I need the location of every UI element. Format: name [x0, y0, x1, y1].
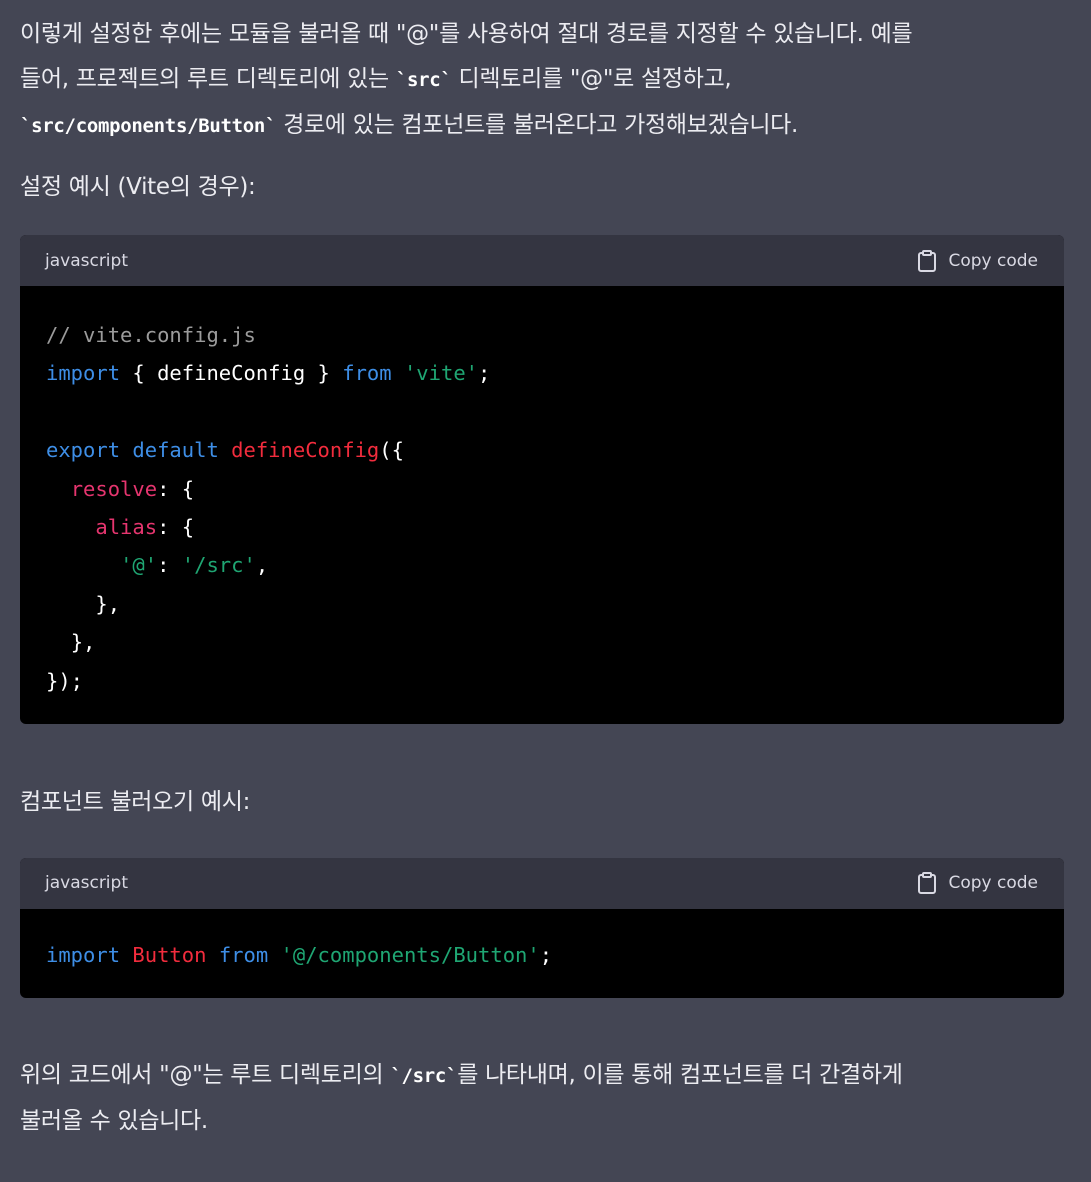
outro-line-1: 위의 코드에서 "@"는 루트 디렉토리의 `/src`를 나타내며, 이를 통… — [20, 1053, 1064, 1099]
code-line: alias: { — [46, 508, 1038, 546]
inline-code-src-path: `/src` — [390, 1065, 458, 1088]
intro-text: 경로에 있는 컴포넌트를 불러온다고 가정해보겠습니다. — [276, 112, 799, 138]
code-text: ({ — [379, 438, 404, 463]
code-text: }, — [70, 630, 96, 655]
outro-text: 위의 코드에서 "@"는 루트 디렉토리의 — [20, 1062, 391, 1089]
code-line: }, — [46, 585, 1038, 623]
code-language-label: javascript — [45, 873, 128, 894]
code-text: , — [255, 553, 269, 578]
copy-code-label: Copy code — [948, 873, 1038, 894]
code-text: { defineConfig } — [120, 361, 343, 386]
code-keyword: from — [342, 361, 392, 386]
code-text: ; — [539, 942, 553, 967]
code-line: }, — [46, 623, 1038, 661]
code-block-header: javascript Copy code — [20, 235, 1064, 286]
code-line: resolve: { — [46, 470, 1038, 508]
code-text: : — [157, 553, 182, 578]
intro-text: 들어, 프로젝트의 루트 디렉토리에 있는 — [20, 66, 396, 92]
message-content: 이렇게 설정한 후에는 모듈을 불러올 때 "@"를 사용하여 절대 경로를 지… — [20, 12, 1064, 1144]
code-block-header: javascript Copy code — [20, 857, 1064, 909]
code-block-body: import Button from '@/components/Button'… — [20, 909, 1064, 998]
code-property: alias — [95, 514, 158, 539]
code-keyword: import — [46, 942, 121, 967]
inline-code-src: `src` — [395, 69, 452, 91]
code-text: }, — [95, 591, 121, 616]
intro-text: 디렉토리를 "@"로 설정하고, — [451, 66, 732, 92]
code-keyword: import — [46, 361, 121, 386]
code-string: 'vite' — [403, 361, 479, 386]
code-property: resolve — [70, 476, 158, 501]
section-heading-import: 컴포넌트 불러오기 예시: — [20, 788, 251, 815]
copy-code-label: Copy code — [948, 250, 1038, 271]
clipboard-icon — [917, 249, 937, 272]
code-identifier: Button — [132, 942, 207, 967]
code-line: }); — [46, 662, 1038, 700]
code-block-import: javascript Copy code import Button from … — [20, 857, 1064, 999]
code-language-label: javascript — [45, 250, 128, 271]
outro-text: 를 나타내며, 이를 통해 컴포넌트를 더 간결하게 — [457, 1062, 903, 1089]
code-line: import { defineConfig } from 'vite'; — [46, 354, 1038, 392]
intro-line-3: `src/components/Button` 경로에 있는 컴포넌트를 불러온… — [20, 103, 1064, 149]
outro-paragraph: 위의 코드에서 "@"는 루트 디렉토리의 `/src`를 나타내며, 이를 통… — [20, 1053, 1064, 1144]
code-block-body: // vite.config.js import { defineConfig }… — [20, 286, 1064, 724]
code-string: '@/components/Button' — [280, 942, 540, 967]
code-string: '/src' — [181, 553, 256, 578]
code-line: '@': '/src', — [46, 546, 1038, 584]
intro-paragraph: 이렇게 설정한 후에는 모듈을 불러올 때 "@"를 사용하여 절대 경로를 지… — [20, 12, 1064, 149]
section-heading-config: 설정 예시 (Vite의 경우): — [20, 174, 256, 200]
inline-code-button-path: `src/components/Button` — [20, 115, 277, 137]
outro-line-2: 불러올 수 있습니다. — [20, 1108, 208, 1135]
code-comment: // vite.config.js — [46, 323, 256, 347]
code-text: : { — [157, 476, 195, 501]
code-text: ; — [478, 361, 491, 386]
code-block-config: javascript Copy code // vite.config.js im… — [20, 235, 1064, 724]
code-line: export default defineConfig({ — [46, 431, 1038, 469]
code-string: '@' — [120, 553, 158, 578]
code-text: }); — [46, 668, 84, 693]
copy-code-button[interactable]: Copy code — [917, 872, 1038, 895]
code-line: // vite.config.js — [46, 316, 1038, 354]
code-text: : { — [157, 514, 195, 539]
intro-line-2: 들어, 프로젝트의 루트 디렉토리에 있는 `src` 디렉토리를 "@"로 설… — [20, 57, 1064, 103]
code-keyword: default — [132, 438, 219, 463]
intro-line-1: 이렇게 설정한 후에는 모듈을 불러올 때 "@"를 사용하여 절대 경로를 지… — [20, 21, 913, 47]
copy-code-button[interactable]: Copy code — [917, 249, 1038, 272]
code-keyword: from — [218, 942, 269, 967]
code-keyword: export — [46, 438, 121, 463]
code-line: import Button from '@/components/Button'… — [46, 936, 1038, 974]
code-function: defineConfig — [231, 438, 380, 463]
clipboard-icon — [917, 872, 937, 895]
